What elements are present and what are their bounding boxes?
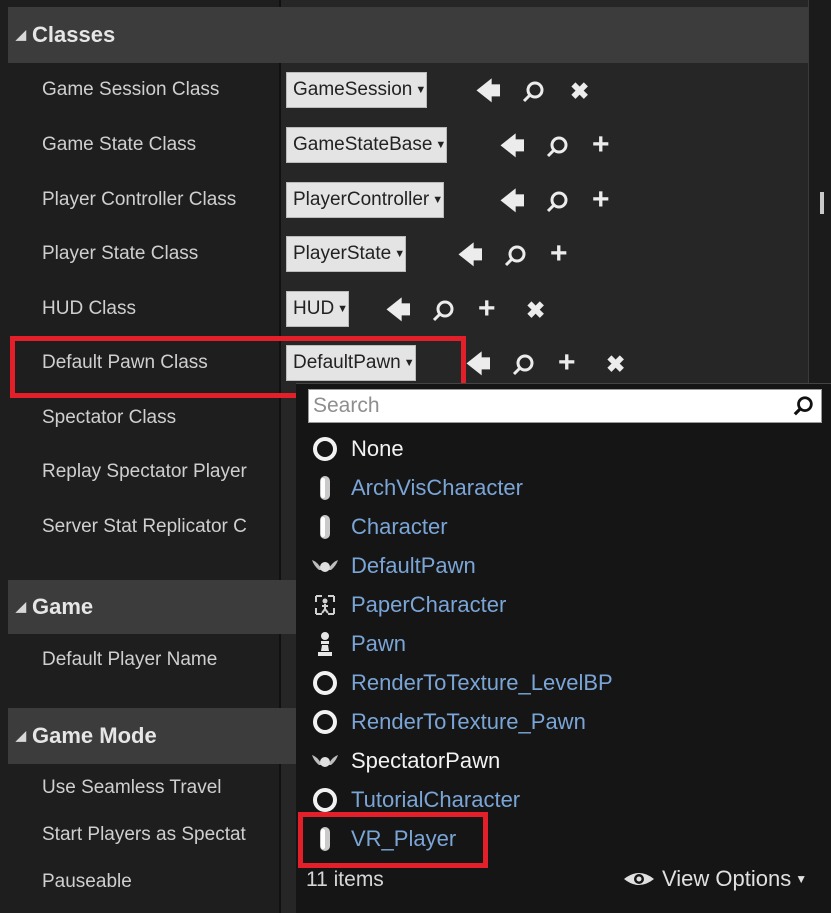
picker-item-label: SpectatorPawn: [351, 748, 501, 773]
circle-icon: [308, 708, 342, 736]
browse-search-icon[interactable]: [432, 299, 456, 328]
picker-item-rendertotexture-levelbp[interactable]: RenderToTexture_LevelBP: [308, 665, 788, 701]
use-selected-arrow-icon[interactable]: 🡄: [500, 135, 525, 159]
default-player-name-label: Default Player Name: [42, 649, 218, 670]
picker-search-box[interactable]: [308, 389, 822, 423]
search-icon[interactable]: [793, 395, 815, 417]
browse-search-icon[interactable]: [546, 135, 570, 164]
category-game[interactable]: ◢ Game: [8, 580, 296, 634]
picker-item-rendertotexture-pawn[interactable]: RenderToTexture_Pawn: [308, 704, 788, 740]
player-controller-class-combo[interactable]: PlayerController ▼: [286, 182, 445, 218]
browse-search-icon[interactable]: [522, 80, 546, 109]
picker-item-label: Character: [351, 514, 448, 539]
start-players-as-spectators-label: Start Players as Spectat: [42, 824, 246, 845]
category-classes[interactable]: ◢ Classes: [8, 7, 808, 63]
hud-class-combo[interactable]: HUD ▼: [286, 291, 350, 327]
category-label: Classes: [32, 22, 116, 47]
picker-item-spectatorpawn[interactable]: SpectatorPawn: [308, 743, 788, 779]
item-count: 11 items: [306, 868, 384, 891]
use-seamless-travel-label: Use Seamless Travel: [42, 777, 222, 798]
add-plus-icon[interactable]: +: [478, 294, 496, 324]
use-selected-arrow-icon[interactable]: 🡄: [476, 80, 501, 104]
capsule-icon: [308, 513, 342, 541]
details-panel: ◢ Classes Game Session Class GameSession…: [0, 0, 831, 913]
circle-icon: [308, 786, 342, 814]
column-divider[interactable]: [279, 0, 281, 913]
picker-item-archvischaracter[interactable]: ArchVisCharacter: [308, 470, 788, 506]
picker-item-label: RenderToTexture_Pawn: [351, 709, 586, 734]
pauseable-label: Pauseable: [42, 871, 132, 892]
browse-search-icon[interactable]: [512, 353, 536, 382]
game-state-class-combo[interactable]: GameStateBase ▼: [286, 127, 448, 163]
chevron-down-icon: ▼: [435, 139, 447, 151]
combo-value: HUD: [293, 298, 335, 319]
add-plus-icon[interactable]: +: [592, 130, 610, 160]
circle-icon: [308, 669, 342, 697]
add-plus-icon[interactable]: +: [558, 348, 576, 378]
add-plus-icon[interactable]: +: [550, 239, 568, 269]
pawn-wings-icon: [308, 747, 342, 775]
combo-value: GameSession: [293, 79, 413, 100]
category-game-mode[interactable]: ◢ Game Mode: [8, 708, 296, 764]
scrollbar-thumb[interactable]: [820, 192, 824, 214]
chevron-down-icon: ▼: [337, 303, 349, 315]
game-state-class-label: Game State Class: [42, 134, 197, 155]
pawn-wings-icon: [308, 552, 342, 580]
chevron-down-icon: ▼: [795, 872, 808, 886]
picker-item-label: None: [351, 436, 404, 461]
use-selected-arrow-icon[interactable]: 🡄: [458, 244, 483, 268]
game-session-class-combo[interactable]: GameSession ▼: [286, 72, 428, 108]
picker-item-label: Pawn: [351, 631, 407, 656]
picker-item-label: DefaultPawn: [351, 553, 476, 578]
chess-pawn-icon: [308, 630, 342, 658]
circle-icon: [308, 435, 342, 463]
use-selected-arrow-icon[interactable]: 🡄: [500, 190, 525, 214]
picker-item-defaultpawn[interactable]: DefaultPawn: [308, 548, 788, 584]
picker-item-label: RenderToTexture_LevelBP: [351, 670, 613, 695]
combo-value: GameStateBase: [293, 134, 433, 155]
player-state-class-label: Player State Class: [42, 243, 199, 264]
expand-triangle-icon: ◢: [16, 599, 26, 614]
clear-x-icon[interactable]: ✖: [606, 352, 625, 376]
view-options-button[interactable]: View Options ▼: [622, 866, 807, 892]
game-session-class-label: Game Session Class: [42, 79, 220, 100]
clear-x-icon[interactable]: ✖: [570, 79, 589, 103]
picker-item-label: TutorialCharacter: [351, 787, 521, 812]
category-label: Game: [32, 594, 94, 619]
expand-triangle-icon: ◢: [16, 27, 26, 42]
picker-item-papercharacter[interactable]: PaperCharacter: [308, 587, 788, 623]
clear-x-icon[interactable]: ✖: [526, 298, 545, 322]
category-label: Game Mode: [32, 723, 157, 748]
player-controller-class-label: Player Controller Class: [42, 189, 237, 210]
expand-triangle-icon: ◢: [16, 728, 26, 743]
replay-spectator-label: Replay Spectator Player: [42, 461, 247, 482]
server-stat-replicator-label: Server Stat Replicator C: [42, 516, 247, 537]
picker-item-pawn[interactable]: Pawn: [308, 626, 788, 662]
spectator-class-label: Spectator Class: [42, 407, 177, 428]
picker-item-label: PaperCharacter: [351, 592, 507, 617]
chevron-down-icon: ▼: [394, 248, 406, 260]
add-plus-icon[interactable]: +: [592, 185, 610, 215]
picker-item-character[interactable]: Character: [308, 509, 788, 545]
sprite-icon: [308, 591, 342, 619]
view-options-label: View Options: [662, 866, 792, 891]
chevron-down-icon: ▼: [415, 84, 427, 96]
use-selected-arrow-icon[interactable]: 🡄: [466, 353, 491, 377]
use-selected-arrow-icon[interactable]: 🡄: [386, 299, 411, 323]
search-input[interactable]: [313, 391, 783, 421]
chevron-down-icon: ▼: [432, 194, 444, 206]
capsule-icon: [308, 474, 342, 502]
player-state-class-combo[interactable]: PlayerState ▼: [286, 236, 407, 272]
highlight-vr-player: [298, 812, 488, 868]
browse-search-icon[interactable]: [504, 244, 528, 273]
hud-class-label: HUD Class: [42, 298, 136, 319]
eye-icon: [624, 873, 654, 885]
combo-value: PlayerState: [293, 243, 392, 264]
picker-item-label: ArchVisCharacter: [351, 475, 523, 500]
picker-item-none[interactable]: None: [308, 431, 788, 467]
combo-value: PlayerController: [293, 189, 430, 210]
browse-search-icon[interactable]: [546, 190, 570, 219]
